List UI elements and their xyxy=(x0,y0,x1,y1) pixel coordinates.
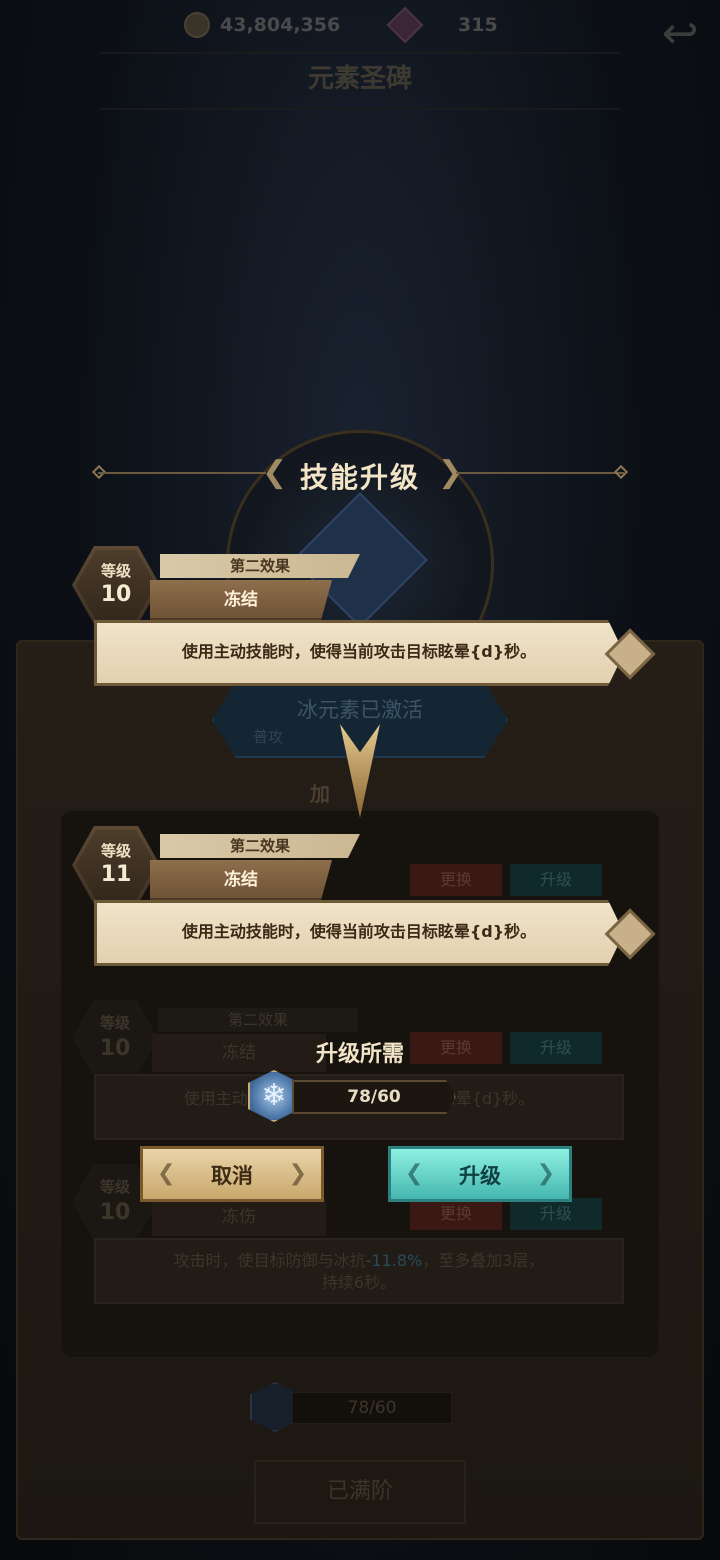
description-text: ，至多叠加3层， xyxy=(422,1251,545,1270)
level-value: 10 xyxy=(100,582,132,607)
upgrade-cost: ❄ 78/60 xyxy=(248,1070,458,1122)
gem-icon xyxy=(386,6,424,44)
skill-name: 冻结 xyxy=(150,580,332,620)
skill-description: 使用主动技能时，使得当前攻击目标眩晕{d}秒。 xyxy=(94,900,624,966)
button-ornament: ❯ xyxy=(288,1161,307,1186)
button-ornament: ❯ xyxy=(536,1161,555,1186)
maxed-button: 已满阶 xyxy=(254,1460,466,1524)
description-text: 持续6秒。 xyxy=(321,1273,397,1292)
top-bar: 43,804,356 315 ↩ xyxy=(0,0,720,59)
gold-amount: 43,804,356 xyxy=(220,14,341,36)
level-badge: 等级 11 xyxy=(72,826,160,904)
description-text: 攻击时，使目标防御与冰抗 xyxy=(173,1251,366,1270)
bonus-effect-label: 加 xyxy=(310,782,330,806)
description-value: -11.8% xyxy=(365,1251,423,1270)
effect-tag: 第二效果 xyxy=(158,1008,358,1032)
gold-coin-icon xyxy=(184,12,210,38)
cost-amount: 78/60 xyxy=(292,1392,452,1424)
next-skill-card: 等级 11 第二效果 冻结 使用主动技能时，使得当前攻击目标眩晕{d}秒。 xyxy=(72,826,656,976)
screen-title: 元素圣碑 xyxy=(307,64,412,94)
effect-tag: 第二效果 xyxy=(160,834,360,858)
cancel-label: 取消 xyxy=(211,1164,253,1188)
gold-resource: 43,804,356 xyxy=(184,12,340,38)
skill-name: 冻伤 xyxy=(152,1198,326,1236)
cancel-button[interactable]: ❮ 取消 ❯ xyxy=(140,1146,324,1202)
bottom-cost: 78/60 xyxy=(250,1382,456,1434)
upgrade-button[interactable]: ❮ 升级 ❯ xyxy=(388,1146,572,1202)
level-label: 等级 xyxy=(99,1014,130,1032)
level-badge: 等级 10 xyxy=(72,546,160,624)
skill-description: 攻击时，使目标防御与冰抗-11.8%，至多叠加3层， 持续6秒。 xyxy=(94,1238,624,1304)
upgrade-label: 升级 xyxy=(459,1164,501,1188)
element-status-title: 冰元素已激活 xyxy=(297,698,423,722)
button-ornament: ❮ xyxy=(157,1161,176,1186)
effect-tag: 第二效果 xyxy=(160,554,360,578)
level-value: 10 xyxy=(99,1200,131,1225)
requirement-title: 升级所需 xyxy=(315,1042,404,1067)
dialog-title: 技能升级 xyxy=(299,461,420,494)
level-value: 11 xyxy=(100,862,132,887)
current-skill-card: 等级 10 第二效果 冻结 使用主动技能时，使得当前攻击目标眩晕{d}秒。 xyxy=(72,546,656,696)
level-label: 等级 xyxy=(100,842,131,860)
header-divider xyxy=(456,472,624,474)
skill-description: 使用主动技能时，使得当前攻击目标眩晕{d}秒。 xyxy=(94,620,624,686)
level-label: 等级 xyxy=(100,562,131,580)
back-icon[interactable]: ↩ xyxy=(654,8,706,60)
button-ornament: ❮ xyxy=(405,1161,424,1186)
gem-amount: 315 xyxy=(458,14,498,36)
cost-amount: 78/60 xyxy=(292,1080,456,1114)
skill-name: 冻结 xyxy=(150,860,332,900)
gem-resource: 315 xyxy=(386,6,498,44)
